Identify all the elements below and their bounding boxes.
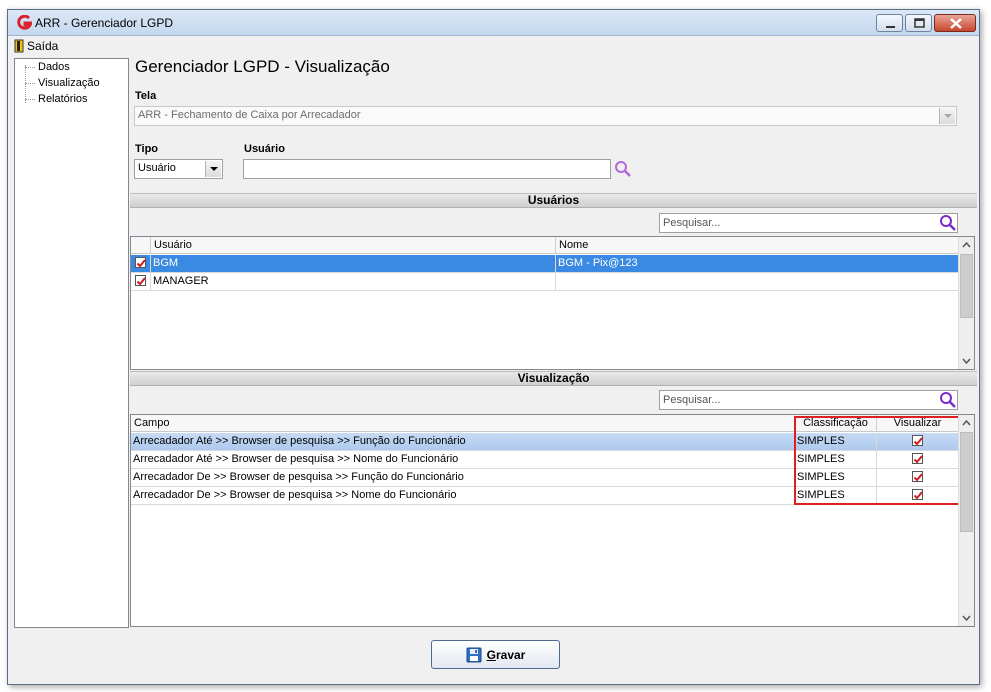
exit-door-icon	[14, 39, 24, 53]
visualizacao-section-header: Visualização	[130, 371, 977, 386]
checkmark-icon	[136, 258, 146, 268]
table-row[interactable]: MANAGER	[131, 273, 959, 291]
tree-connector	[25, 99, 35, 100]
row-checkbox-cell[interactable]	[131, 255, 151, 273]
app-window: ARR - Gerenciador LGPD Saída Dados Visua…	[7, 9, 980, 685]
usuarios-search-input[interactable]	[660, 214, 957, 232]
visualizacao-search-icon[interactable]	[939, 391, 957, 409]
visualizacao-vertical-scrollbar[interactable]	[958, 415, 974, 626]
table-row[interactable]: BGM BGM - Pix@123	[131, 255, 959, 273]
scroll-up-icon[interactable]	[959, 238, 974, 253]
title-bar: ARR - Gerenciador LGPD	[8, 10, 979, 36]
app-logo-icon	[17, 15, 32, 30]
tipo-dropdown-button[interactable]	[205, 161, 221, 177]
tree-item-relatorios[interactable]: Relatórios	[38, 93, 88, 105]
close-icon	[950, 18, 962, 29]
usuario-cell: MANAGER	[151, 273, 556, 291]
page-title: Gerenciador LGPD - Visualização	[135, 57, 390, 76]
campo-cell: Arrecadador De >> Browser de pesquisa >>…	[131, 469, 795, 487]
row-checkbox-cell[interactable]	[131, 273, 151, 291]
gravar-button[interactable]: Gravar	[431, 640, 560, 669]
campo-cell: Arrecadador Até >> Browser de pesquisa >…	[131, 451, 795, 469]
scroll-down-icon[interactable]	[959, 610, 974, 625]
floppy-disk-icon	[466, 647, 482, 662]
tela-dropdown-button[interactable]	[939, 108, 955, 124]
menu-saida-label: Saída	[27, 39, 59, 53]
usuarios-table: Usuário Nome BGM BGM - Pix@123 MANAGER	[130, 236, 975, 370]
minimize-icon	[886, 26, 895, 28]
column-header-check	[131, 237, 151, 254]
usuario-input-field[interactable]	[244, 160, 610, 178]
column-header-usuario[interactable]: Usuário	[151, 237, 556, 254]
tree-connector	[25, 67, 35, 68]
tipo-select-value: Usuário	[138, 162, 176, 174]
menu-saida[interactable]: Saída	[14, 38, 58, 54]
usuarios-section-header: Usuários	[130, 193, 977, 208]
usuario-input[interactable]	[243, 159, 611, 179]
usuario-cell: BGM	[151, 255, 556, 273]
visualizacao-table: Campo Classificação Visualizar Arrecadad…	[130, 414, 975, 627]
column-header-nome[interactable]: Nome	[556, 237, 959, 254]
usuarios-vertical-scrollbar[interactable]	[958, 237, 974, 369]
navigation-tree: Dados Visualização Relatórios	[14, 58, 129, 628]
usuarios-search-box[interactable]	[659, 213, 958, 233]
maximize-button[interactable]	[905, 14, 932, 32]
scroll-down-icon[interactable]	[959, 353, 974, 368]
tipo-select[interactable]: Usuário	[134, 159, 223, 179]
gravar-label-rest: ravar	[495, 647, 526, 662]
close-button[interactable]	[934, 14, 976, 32]
scroll-thumb[interactable]	[960, 432, 973, 532]
gravar-label: Gravar	[487, 648, 526, 662]
column-header-campo[interactable]: Campo	[131, 415, 795, 432]
usuarios-search-icon[interactable]	[939, 214, 957, 232]
usuarios-table-header: Usuário Nome	[131, 237, 959, 254]
tela-label: Tela	[135, 90, 157, 102]
usuario-label: Usuário	[244, 143, 285, 155]
minimize-button[interactable]	[876, 14, 903, 32]
row-checkbox[interactable]	[135, 274, 146, 286]
gravar-mnemonic: G	[486, 647, 496, 662]
nome-cell: BGM - Pix@123	[556, 255, 959, 273]
tree-connector	[25, 65, 26, 103]
visualizacao-search-box[interactable]	[659, 390, 958, 410]
tela-select[interactable]: ARR - Fechamento de Caixa por Arrecadado…	[134, 106, 957, 126]
highlight-annotation-box	[794, 416, 960, 505]
usuario-search-icon[interactable]	[614, 160, 632, 178]
tela-select-value: ARR - Fechamento de Caixa por Arrecadado…	[138, 109, 361, 121]
nome-cell	[556, 273, 959, 291]
row-checkbox[interactable]	[135, 256, 146, 268]
campo-cell: Arrecadador De >> Browser de pesquisa >>…	[131, 487, 795, 505]
maximize-icon	[914, 18, 925, 28]
menu-bar: Saída	[8, 36, 979, 56]
tipo-label: Tipo	[135, 143, 159, 155]
visualizacao-search-input[interactable]	[660, 391, 957, 409]
window-title: ARR - Gerenciador LGPD	[35, 16, 174, 30]
tree-item-dados[interactable]: Dados	[38, 61, 70, 73]
tree-item-visualizacao[interactable]: Visualização	[38, 77, 100, 89]
campo-cell: Arrecadador Até >> Browser de pesquisa >…	[131, 433, 795, 451]
scroll-thumb[interactable]	[960, 254, 973, 318]
checkmark-icon	[136, 276, 146, 286]
tree-connector	[25, 83, 35, 84]
scroll-up-icon[interactable]	[959, 416, 974, 431]
